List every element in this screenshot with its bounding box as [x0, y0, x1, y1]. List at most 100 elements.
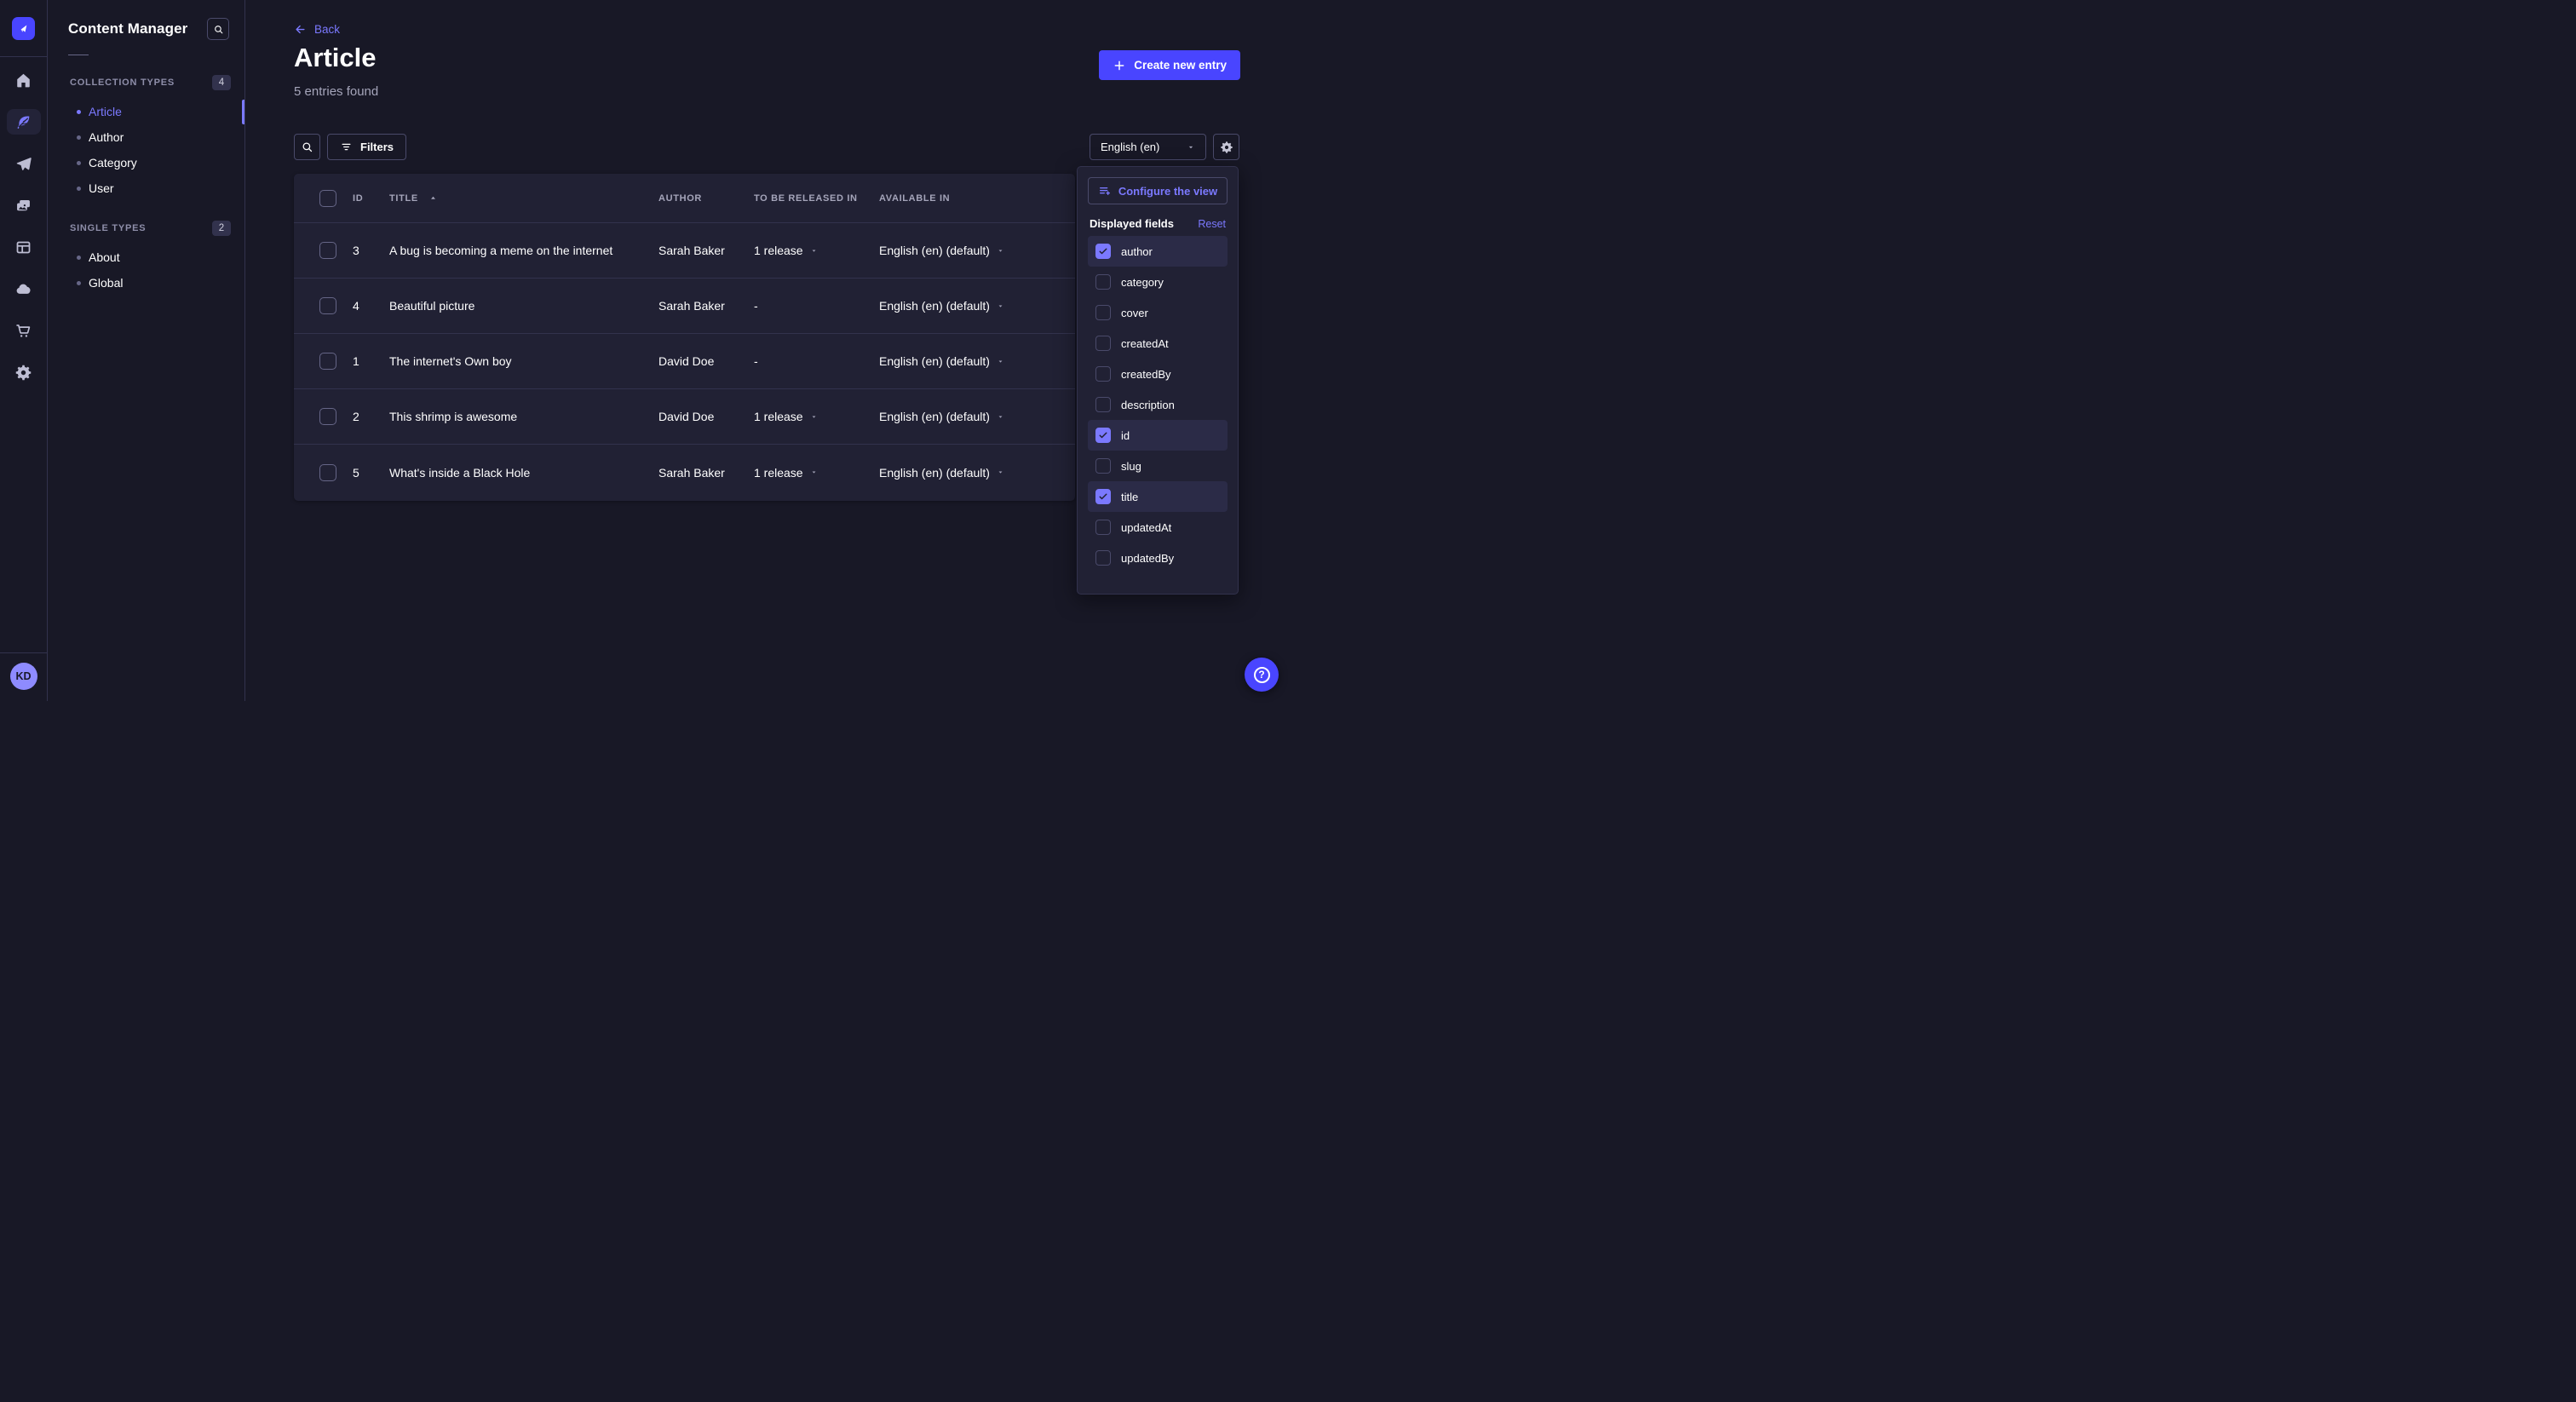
sort-ascending-icon	[428, 193, 438, 203]
single-types-section: SINGLE TYPES 2 About Global	[48, 221, 244, 296]
field-toggle-createdAt[interactable]: createdAt	[1088, 328, 1228, 359]
view-settings-gear-button[interactable]	[1213, 134, 1239, 160]
entries-table: ID TITLE AUTHOR TO BE RELEASED IN AVAILA…	[294, 174, 1075, 501]
sidebar-item-article[interactable]: Article	[48, 99, 244, 124]
field-toggle-updatedAt[interactable]: updatedAt	[1088, 512, 1228, 543]
back-link[interactable]: Back	[294, 23, 340, 36]
locales-dropdown[interactable]: English (en) (default)	[879, 244, 1004, 257]
row-checkbox[interactable]	[319, 353, 336, 370]
locales-dropdown[interactable]: English (en) (default)	[879, 410, 1004, 423]
content-manager-subnav: Content Manager COLLECTION TYPES 4 Artic…	[48, 0, 245, 701]
question-mark-icon: ?	[1254, 667, 1270, 683]
locales-dropdown[interactable]: English (en) (default)	[879, 354, 1004, 368]
configure-view-popover: Configure the view Displayed fields Rese…	[1077, 166, 1239, 595]
sidebar-item-author[interactable]: Author	[48, 124, 244, 150]
media-library-icon[interactable]	[7, 192, 41, 218]
checkbox	[1095, 489, 1111, 504]
paper-plane-icon[interactable]	[7, 151, 41, 176]
create-new-entry-button[interactable]: Create new entry	[1099, 50, 1240, 80]
check-icon	[1098, 491, 1108, 502]
checkbox	[1095, 336, 1111, 351]
table-row[interactable]: 3 A bug is becoming a meme on the intern…	[294, 223, 1075, 279]
check-icon	[1098, 246, 1108, 256]
sidebar-item-global[interactable]: Global	[48, 270, 244, 296]
chevron-down-icon	[1187, 143, 1195, 152]
field-toggle-category[interactable]: category	[1088, 267, 1228, 297]
field-toggle-cover[interactable]: cover	[1088, 297, 1228, 328]
sidebar-item-user[interactable]: User	[48, 175, 244, 201]
row-checkbox[interactable]	[319, 464, 336, 481]
locales-dropdown[interactable]: English (en) (default)	[879, 299, 1004, 313]
strapi-logo[interactable]	[12, 17, 35, 40]
row-checkbox[interactable]	[319, 242, 336, 259]
search-icon	[301, 141, 313, 153]
reset-fields-button[interactable]: Reset	[1198, 218, 1226, 230]
locales-dropdown[interactable]: English (en) (default)	[879, 466, 1004, 480]
gear-icon	[1220, 141, 1233, 154]
checkbox	[1095, 550, 1111, 566]
row-checkbox[interactable]	[319, 408, 336, 425]
search-button[interactable]	[294, 134, 320, 160]
entries-count: 5 entries found	[294, 84, 378, 99]
field-toggle-updatedBy[interactable]: updatedBy	[1088, 543, 1228, 573]
layout-icon[interactable]	[7, 234, 41, 260]
home-icon[interactable]	[7, 67, 41, 93]
releases-dropdown[interactable]: -	[754, 354, 758, 368]
field-toggle-description[interactable]: description	[1088, 389, 1228, 420]
avatar[interactable]: KD	[10, 663, 37, 690]
field-toggle-id[interactable]: id	[1088, 420, 1228, 451]
sidebar-item-category[interactable]: Category	[48, 150, 244, 175]
field-toggle-title[interactable]: title	[1088, 481, 1228, 512]
help-button[interactable]: ?	[1245, 658, 1279, 692]
releases-dropdown[interactable]: 1 release	[754, 466, 818, 480]
subnav-search-button[interactable]	[207, 18, 229, 40]
list-plus-icon	[1098, 184, 1112, 198]
chevron-down-icon	[810, 468, 818, 476]
rail-top	[0, 0, 47, 57]
column-header-title[interactable]: TITLE	[389, 193, 438, 204]
settings-gear-icon[interactable]	[7, 359, 41, 385]
main-content: Back Article 5 entries found Create new …	[245, 0, 1288, 701]
column-header-released: TO BE RELEASED IN	[754, 193, 858, 204]
cloud-icon[interactable]	[7, 276, 41, 302]
collection-types-count-badge: 4	[212, 75, 231, 90]
content-manager-feather-icon[interactable]	[7, 109, 41, 135]
cart-icon[interactable]	[7, 318, 41, 343]
bullet-icon	[77, 256, 81, 260]
column-header-available: AVAILABLE IN	[879, 193, 950, 204]
back-arrow-icon	[294, 23, 307, 36]
app-root: KD Content Manager COLLECTION TYPES 4 Ar…	[0, 0, 1288, 701]
checkbox	[1095, 244, 1111, 259]
releases-dropdown[interactable]: 1 release	[754, 410, 818, 423]
chevron-down-icon	[997, 302, 1004, 310]
bullet-icon	[77, 161, 81, 165]
main-nav-rail: KD	[0, 0, 48, 701]
chevron-down-icon	[997, 247, 1004, 255]
sidebar-item-about[interactable]: About	[48, 244, 244, 270]
table-row[interactable]: 2 This shrimp is awesome David Doe 1 rel…	[294, 389, 1075, 445]
field-toggle-slug[interactable]: slug	[1088, 451, 1228, 481]
field-toggle-createdBy[interactable]: createdBy	[1088, 359, 1228, 389]
plus-icon	[1113, 59, 1126, 72]
checkbox	[1095, 274, 1111, 290]
chevron-down-icon	[997, 413, 1004, 421]
check-icon	[1098, 430, 1108, 440]
bullet-icon	[77, 281, 81, 285]
releases-dropdown[interactable]: -	[754, 299, 758, 313]
checkbox	[1095, 520, 1111, 535]
row-checkbox[interactable]	[319, 297, 336, 314]
table-row[interactable]: 1 The internet's Own boy David Doe - Eng…	[294, 334, 1075, 389]
column-header-author: AUTHOR	[658, 193, 702, 204]
releases-dropdown[interactable]: 1 release	[754, 244, 818, 257]
select-all-checkbox[interactable]	[319, 190, 336, 207]
checkbox	[1095, 305, 1111, 320]
table-row[interactable]: 4 Beautiful picture Sarah Baker - Englis…	[294, 279, 1075, 334]
filters-button[interactable]: Filters	[327, 134, 406, 160]
locale-select[interactable]: English (en)	[1090, 134, 1206, 160]
field-toggle-author[interactable]: author	[1088, 236, 1228, 267]
page-title: Article	[294, 43, 376, 73]
configure-the-view-button[interactable]: Configure the view	[1088, 177, 1228, 204]
chevron-down-icon	[810, 413, 818, 421]
active-nav-indicator	[242, 100, 244, 124]
table-row[interactable]: 5 What's inside a Black Hole Sarah Baker…	[294, 445, 1075, 500]
